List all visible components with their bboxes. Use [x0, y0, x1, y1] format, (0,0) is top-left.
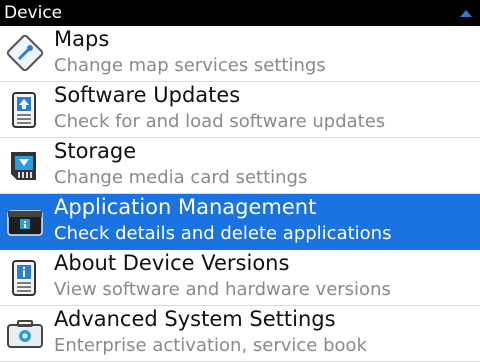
- list-item-label: Storage: [54, 139, 137, 163]
- window-title: Device: [4, 3, 63, 23]
- maps-icon: [6, 34, 44, 72]
- list-item-about-device-versions[interactable]: About Device Versions View software and …: [0, 250, 480, 306]
- list-item-label: Advanced System Settings: [54, 307, 336, 331]
- list-item-description: Check details and delete applications: [54, 223, 392, 244]
- scroll-up-indicator-icon: [460, 10, 472, 17]
- list-item-description: Enterprise activation, service book: [54, 335, 367, 356]
- list-item-label: Application Management: [54, 195, 317, 219]
- list-item-description: Check for and load software updates: [54, 111, 386, 132]
- software-update-icon: [12, 92, 36, 128]
- list-item-description: View software and hardware versions: [54, 279, 391, 300]
- list-item-label: Maps: [54, 27, 110, 51]
- list-item-description: Change map services settings: [54, 55, 326, 76]
- list-item-maps[interactable]: Maps Change map services settings: [0, 26, 480, 82]
- list-item-label: Software Updates: [54, 83, 241, 107]
- list-item-storage[interactable]: Storage Change media card settings: [0, 138, 480, 194]
- storage-card-icon: [11, 152, 36, 180]
- list-item-advanced-system-settings[interactable]: Advanced System Settings Enterprise acti…: [0, 306, 480, 362]
- list-item-description: Change media card settings: [54, 167, 308, 188]
- advanced-settings-icon: [7, 320, 43, 348]
- title-bar: Device: [0, 0, 480, 26]
- device-info-icon: [12, 260, 36, 296]
- application-management-icon: [7, 210, 43, 236]
- list-item-software-updates[interactable]: Software Updates Check for and load soft…: [0, 82, 480, 138]
- settings-list: Maps Change map services settings Softwa…: [0, 26, 480, 362]
- list-item-application-management[interactable]: Application Management Check details and…: [0, 194, 480, 250]
- list-item-label: About Device Versions: [54, 251, 290, 275]
